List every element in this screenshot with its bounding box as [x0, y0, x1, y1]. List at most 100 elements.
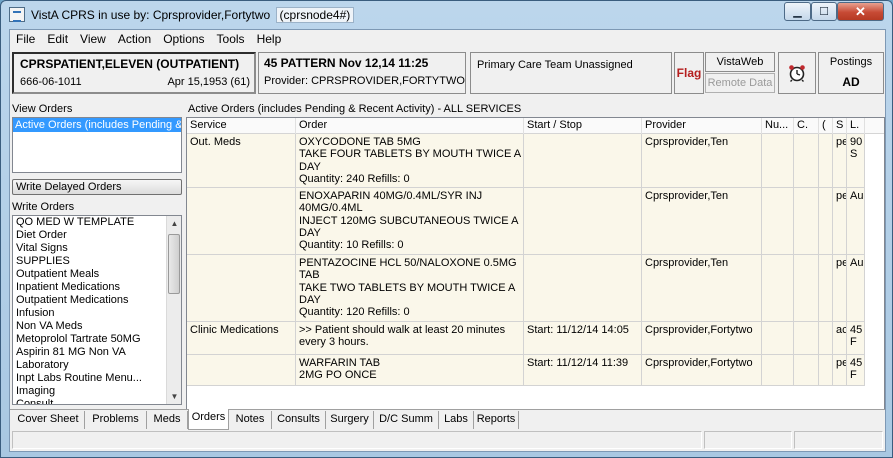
tab-problems[interactable]: Problems — [85, 411, 147, 429]
order-number-cell — [762, 188, 794, 254]
tab-notes[interactable]: Notes — [229, 411, 272, 429]
primary-care-button[interactable]: Primary Care Team Unassigned — [470, 52, 672, 94]
tab-orders[interactable]: Orders — [188, 409, 229, 430]
menu-file[interactable]: File — [10, 30, 41, 49]
order-row[interactable]: ENOXAPARIN 40MG/0.4ML/SYR INJ 40MG/0.4ML I… — [187, 188, 865, 255]
close-button[interactable]: ✕ — [837, 2, 884, 21]
patient-ssn: 666-06-1011 — [20, 76, 82, 88]
order-provider-cell: Cprsprovider,Fortytwo — [642, 355, 762, 385]
column-header-location[interactable]: L. — [847, 118, 865, 134]
minimize-button[interactable]: ▁ — [784, 2, 811, 21]
menu-view[interactable]: View — [74, 30, 112, 49]
view-orders-selected-item[interactable]: Active Orders (includes Pending & Recent… — [13, 118, 181, 132]
patient-select-button[interactable]: CPRSPATIENT,ELEVEN (OUTPATIENT) 666-06-1… — [12, 52, 256, 94]
flag-button[interactable]: Flag — [674, 52, 704, 94]
tab-reports[interactable]: Reports — [474, 411, 519, 429]
status-segment-1 — [12, 431, 702, 449]
order-text-line: WARFARIN TAB — [299, 357, 381, 369]
write-orders-item[interactable]: Infusion — [13, 307, 181, 320]
order-start-stop-cell — [524, 255, 642, 321]
scroll-thumb[interactable] — [168, 234, 180, 294]
order-text-cell: OXYCODONE TAB 5MG TAKE FOUR TABLETS BY MO… — [296, 134, 524, 187]
order-paren-cell — [819, 322, 833, 354]
order-location-cell: 45 F — [847, 355, 865, 385]
tab-meds[interactable]: Meds — [147, 411, 188, 429]
write-orders-item[interactable]: Non VA Meds — [13, 320, 181, 333]
order-text-line: DAY — [299, 160, 321, 173]
write-orders-item[interactable]: Consult — [13, 398, 181, 404]
order-location-cell: 90 S — [847, 134, 865, 187]
order-row[interactable]: PENTAZOCINE HCL 50/NALOXONE 0.5MG TAB TAKE… — [187, 255, 865, 322]
write-orders-scrollbar[interactable]: ▲ ▼ — [166, 216, 181, 404]
write-orders-item[interactable]: Metoprolol Tartrate 50MG — [13, 333, 181, 346]
scroll-down-arrow-icon[interactable]: ▼ — [167, 389, 181, 404]
order-text-line: TAKE TWO TABLETS BY MOUTH TWICE A — [299, 281, 516, 294]
encounter-provider: Provider: CPRSPROVIDER,FORTYTWO — [264, 75, 465, 87]
order-number-cell — [762, 134, 794, 187]
order-status-cell: pe — [833, 134, 847, 187]
title-bar[interactable]: VistA CPRS in use by: Cprsprovider,Forty… — [1, 1, 892, 29]
order-status-cell: ac — [833, 322, 847, 354]
column-header-service[interactable]: Service — [187, 118, 296, 134]
menu-tools[interactable]: Tools — [211, 30, 251, 49]
write-orders-item[interactable]: SUPPLIES — [13, 255, 181, 268]
write-delayed-orders-button[interactable]: Write Delayed Orders — [12, 179, 182, 195]
order-row[interactable]: Clinic Medications >> Patient should walk… — [187, 322, 865, 355]
column-header-provider[interactable]: Provider — [642, 118, 762, 134]
maximize-button[interactable]: ☐ — [811, 2, 837, 21]
order-start-stop-cell — [524, 188, 642, 254]
order-service-cell — [187, 255, 296, 321]
write-orders-item[interactable]: Outpatient Medications — [13, 294, 181, 307]
order-paren-cell — [819, 188, 833, 254]
flag-label: Flag — [676, 66, 702, 80]
orders-grid[interactable]: Service Order Start / Stop Provider Nu... C.(… — [186, 117, 885, 410]
reminders-button[interactable] — [778, 52, 816, 94]
order-c-cell — [794, 188, 819, 254]
write-orders-item[interactable]: Aspirin 81 MG Non VA — [13, 346, 181, 359]
tab-surgery[interactable]: Surgery — [326, 411, 374, 429]
encounter-button[interactable]: 45 PATTERN Nov 12,14 11:25 Provider: CPR… — [258, 52, 466, 94]
write-orders-item[interactable]: Outpatient Meals — [13, 268, 181, 281]
scroll-up-arrow-icon[interactable]: ▲ — [167, 216, 181, 231]
order-text-cell: >> Patient should walk at least 20 minut… — [296, 322, 524, 354]
column-header-status[interactable]: S — [833, 118, 847, 134]
menu-help[interactable]: Help — [251, 30, 288, 49]
write-orders-item[interactable]: Inpatient Medications — [13, 281, 181, 294]
order-text-line: TAB — [299, 269, 320, 282]
order-text-line: Quantity: 120 Refills: 0 — [299, 306, 410, 319]
order-service-cell — [187, 188, 296, 254]
order-row[interactable]: Out. Meds OXYCODONE TAB 5MG TAKE FOUR TABL… — [187, 134, 865, 188]
menu-bar: File Edit View Action Options Tools Help — [10, 30, 885, 49]
tab-labs[interactable]: Labs — [439, 411, 474, 429]
write-orders-item[interactable]: Diet Order — [13, 229, 181, 242]
write-orders-item[interactable]: Imaging — [13, 385, 181, 398]
write-orders-item[interactable]: QO MED W TEMPLATE — [13, 216, 181, 229]
left-panel: View Orders Active Orders (includes Pend… — [12, 103, 182, 408]
chart-tabs: Cover Sheet Problems Meds Orders Notes Consul… — [10, 409, 885, 430]
menu-action[interactable]: Action — [112, 30, 157, 49]
menu-edit[interactable]: Edit — [41, 30, 74, 49]
postings-label: Postings — [829, 56, 873, 68]
vistaweb-button[interactable]: VistaWeb — [705, 52, 775, 72]
column-header-start-stop[interactable]: Start / Stop — [524, 118, 642, 134]
order-text-line: every 3 hours. — [299, 336, 369, 349]
postings-button[interactable]: Postings AD — [818, 52, 884, 94]
order-text-cell: PENTAZOCINE HCL 50/NALOXONE 0.5MG TAB TAKE… — [296, 255, 524, 321]
tab-consults[interactable]: Consults — [272, 411, 326, 429]
column-header-c[interactable]: C. — [794, 118, 819, 134]
write-orders-item[interactable]: Vital Signs — [13, 242, 181, 255]
window-node: (cprsnode4#) — [275, 7, 355, 23]
write-orders-item[interactable]: Inpt Labs Routine Menu... — [13, 372, 181, 385]
view-orders-list[interactable]: Active Orders (includes Pending & Recent… — [12, 117, 182, 173]
column-header-number[interactable]: Nu... — [762, 118, 794, 134]
column-header-order[interactable]: Order — [296, 118, 524, 134]
column-header-paren[interactable]: ( — [819, 118, 833, 134]
order-number-cell — [762, 355, 794, 385]
order-row[interactable]: WARFARIN TAB 2MG PO ONCE Start: 11/12/14 1… — [187, 355, 865, 386]
menu-options[interactable]: Options — [157, 30, 210, 49]
write-orders-list[interactable]: QO MED W TEMPLATE Diet Order Vital Signs SU… — [12, 215, 182, 405]
write-orders-item[interactable]: Laboratory — [13, 359, 181, 372]
tab-cover-sheet[interactable]: Cover Sheet — [12, 411, 85, 429]
tab-d-c-summ[interactable]: D/C Summ — [374, 411, 439, 429]
order-text-line: TAKE FOUR TABLETS BY MOUTH TWICE A — [299, 148, 522, 161]
